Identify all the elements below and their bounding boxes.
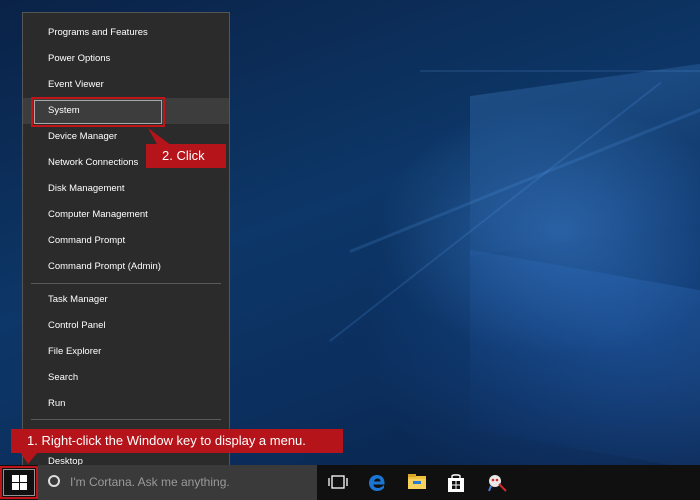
menu-item-control-panel[interactable]: Control Panel [23,313,229,339]
winx-context-menu: Programs and Features Power Options Even… [22,12,230,473]
store-taskbar-button[interactable] [436,465,476,500]
wallpaper-light-pane [470,63,700,257]
menu-item-file-explorer[interactable]: File Explorer [23,339,229,365]
callout-pointer [20,452,38,464]
callout-step-1: 1. Right-click the Window key to display… [11,429,343,453]
menu-item-run[interactable]: Run [23,391,229,417]
menu-item-search[interactable]: Search [23,365,229,391]
menu-item-programs-features[interactable]: Programs and Features [23,20,229,46]
wallpaper-light-pane [470,249,700,465]
search-placeholder: I'm Cortana. Ask me anything. [70,475,230,489]
store-icon [448,474,464,492]
edge-taskbar-button[interactable] [357,465,397,500]
edge-browser-icon [369,475,385,491]
system-highlight-box [31,97,165,127]
menu-separator [31,419,221,420]
task-view-button[interactable] [318,465,358,500]
cortana-icon [48,475,60,487]
menu-item-command-prompt-admin[interactable]: Command Prompt (Admin) [23,254,229,280]
taskbar: I'm Cortana. Ask me anything. [0,465,700,500]
task-view-icon [328,475,348,489]
callout-step-2: 2. Click [146,144,226,168]
start-highlight-box [0,466,38,499]
remote-support-taskbar-button[interactable] [476,465,516,500]
menu-separator [31,283,221,284]
menu-item-power-options[interactable]: Power Options [23,46,229,72]
menu-item-event-viewer[interactable]: Event Viewer [23,72,229,98]
file-explorer-taskbar-button[interactable] [397,465,437,500]
menu-item-computer-management[interactable]: Computer Management [23,202,229,228]
file-explorer-icon [408,474,426,489]
menu-item-task-manager[interactable]: Task Manager [23,287,229,313]
remote-support-icon [488,475,507,492]
menu-item-disk-management[interactable]: Disk Management [23,176,229,202]
cortana-search-box[interactable]: I'm Cortana. Ask me anything. [38,465,317,500]
wallpaper-beam [420,70,700,72]
menu-item-command-prompt[interactable]: Command Prompt [23,228,229,254]
